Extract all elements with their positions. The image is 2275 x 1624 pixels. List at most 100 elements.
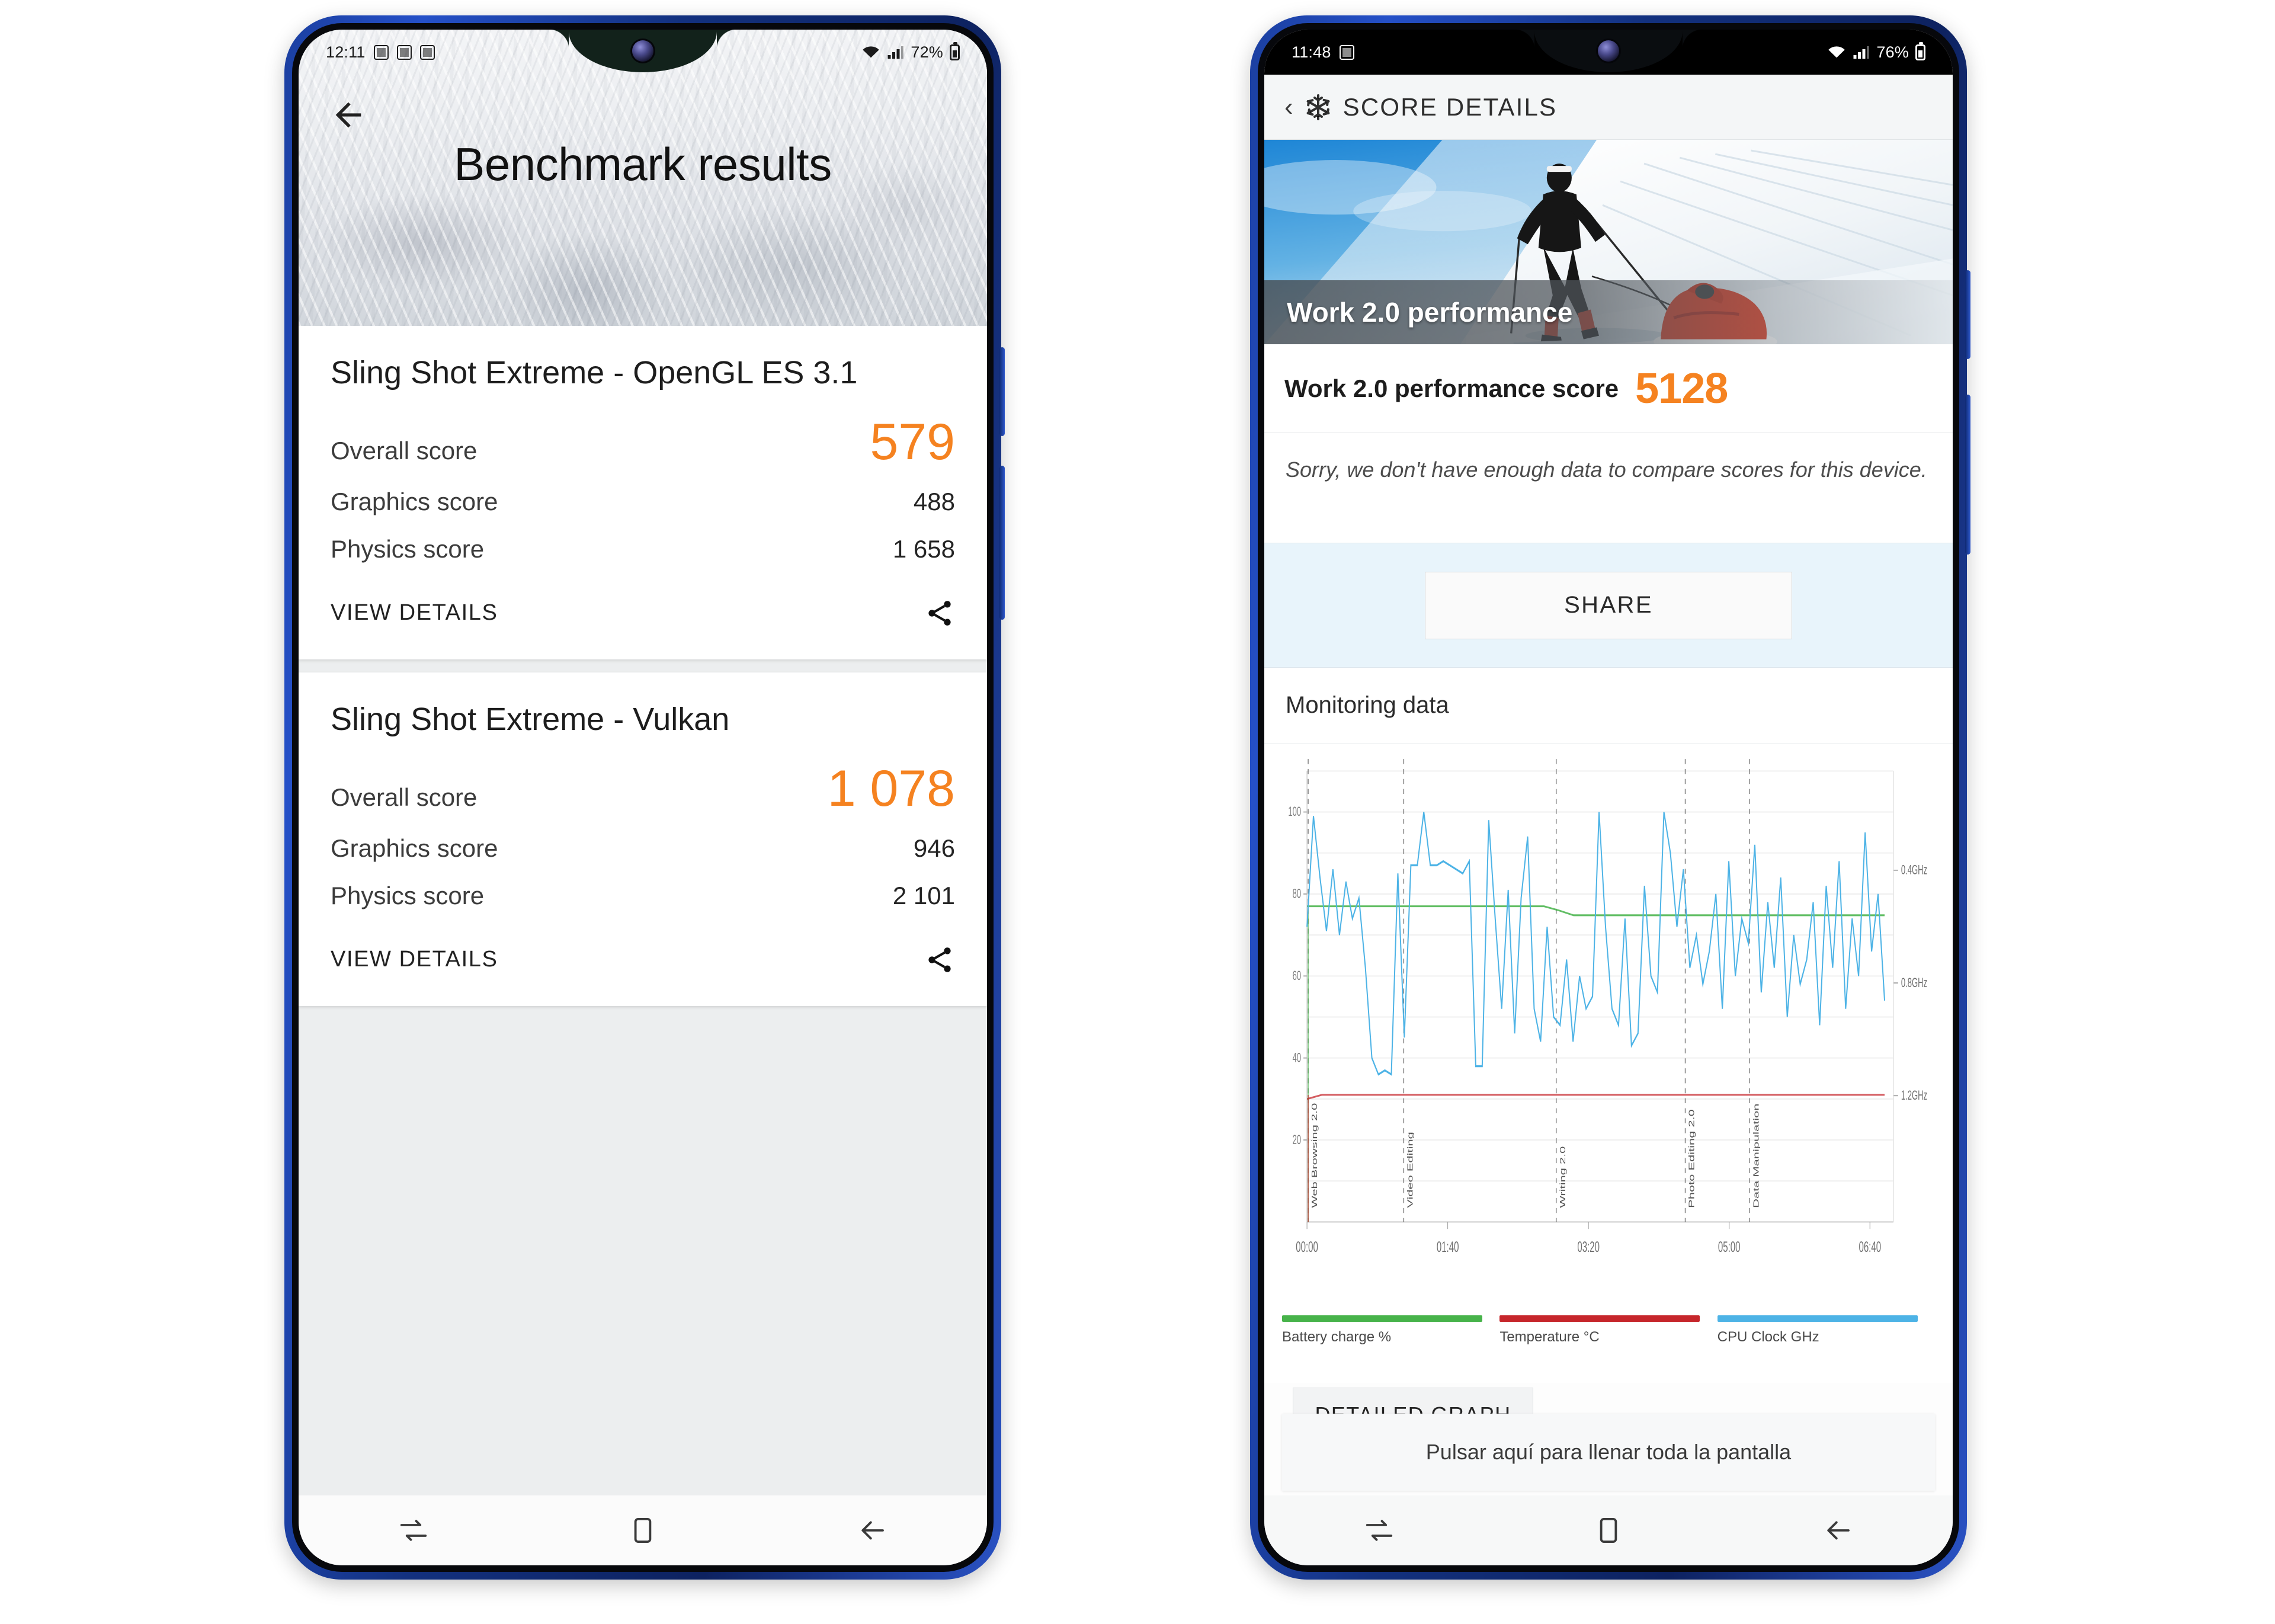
left-status-right-group: 72% [862,41,960,62]
share-button[interactable]: SHARE [1425,571,1792,639]
graphics-score-row: Graphics score 946 [331,825,955,872]
svg-text:Video Editing: Video Editing [1406,1132,1414,1208]
legend-label-temperature: Temperature °C [1499,1329,1600,1345]
score-details-app-bar: ‹ SCORE DETAILS [1264,75,1953,140]
right-status-left-group: 11:48 [1292,43,1354,62]
physics-score-value: 1 658 [892,534,955,563]
back-arrow-icon[interactable] [329,96,367,134]
monitoring-chart[interactable]: 100 80 60 40 20 1.2GHz 0.8GHz 0.4GHz 00:00 01:40 0… [1264,744,1953,1312]
overall-score-row: Overall score 579 [331,411,955,478]
left-phone-screen: 12:11 72% Benchmark results Sling Shot E… [299,30,987,1565]
svg-text:0.8GHz: 0.8GHz [1901,975,1927,989]
overall-score-value: 1 078 [827,760,955,817]
monitoring-data-heading: Monitoring data [1264,668,1953,744]
svg-text:80: 80 [1293,886,1301,901]
overall-score-label: Overall score [331,783,478,811]
recents-icon[interactable] [398,1514,430,1546]
card-title: Sling Shot Extreme - Vulkan [331,701,730,737]
benchmark-card-list: Sling Shot Extreme - OpenGL ES 3.1 Overa… [299,326,987,1495]
page-title: Benchmark results [454,138,832,190]
right-navigation-bar [1264,1495,1953,1565]
legend-swatch-temperature [1499,1315,1700,1322]
right-status-battery-percent: 76% [1876,43,1909,61]
wifi-icon [863,46,880,58]
banner-caption-text: Work 2.0 performance [1287,297,1573,328]
share-section: SHARE [1264,543,1953,668]
app-bar-title: SCORE DETAILS [1342,92,1558,121]
compare-note-text: Sorry, we don't have enough data to comp… [1286,457,1927,482]
left-status-time: 12:11 [326,43,366,61]
legend-label-cpu: CPU Clock GHz [1717,1329,1819,1345]
left-status-battery-percent: 72% [911,43,943,61]
svg-text:20: 20 [1293,1132,1301,1146]
legend-item-battery: Battery charge % [1282,1315,1499,1383]
home-icon[interactable] [1592,1514,1624,1546]
svg-text:60: 60 [1293,969,1301,983]
view-details-button[interactable]: VIEW DETAILS [331,947,498,972]
graphics-score-value: 946 [913,834,955,862]
view-details-button[interactable]: VIEW DETAILS [331,600,498,626]
back-icon[interactable] [856,1514,888,1546]
share-icon[interactable] [924,597,955,630]
svg-text:40: 40 [1293,1050,1301,1065]
physics-score-label: Physics score [331,534,485,563]
left-phone-volume-button[interactable] [999,466,1005,620]
battery-icon [950,41,960,60]
legend-label-battery: Battery charge % [1282,1329,1392,1345]
svg-text:100: 100 [1288,805,1301,819]
legend-item-temperature: Temperature °C [1499,1315,1717,1383]
work-score-value: 5128 [1635,364,1728,412]
svg-text:Data Manipulation: Data Manipulation [1752,1104,1760,1208]
physics-score-row: Physics score 2 101 [331,872,955,920]
legend-item-cpu: CPU Clock GHz [1717,1315,1935,1383]
left-phone-device: 12:11 72% Benchmark results Sling Shot E… [284,15,1005,1580]
svg-text:00:00: 00:00 [1296,1239,1318,1255]
screenshot-icon [396,44,412,60]
svg-text:06:40: 06:40 [1859,1239,1881,1255]
work-score-label: Work 2.0 performance score [1284,374,1619,402]
svg-text:Web Browsing 2.0: Web Browsing 2.0 [1310,1103,1319,1208]
graphics-score-value: 488 [913,487,955,515]
chevron-left-icon[interactable]: ‹ [1284,94,1293,120]
left-navigation-bar [299,1495,987,1565]
overall-score-row: Overall score 1 078 [331,757,955,825]
signal-icon [887,46,904,59]
right-phone-screen: 11:48 76% ‹ SCORE DETAILS Work 2.0 perfo… [1264,30,1953,1565]
right-phone-volume-button[interactable] [1965,395,1970,555]
card-footer: VIEW DETAILS [331,920,955,997]
chart-legend: Battery charge % Temperature °C CPU Cloc… [1264,1312,1953,1383]
work-performance-banner: Work 2.0 performance [1264,140,1953,344]
right-phone-device: 11:48 76% ‹ SCORE DETAILS Work 2.0 perfo… [1250,15,1970,1580]
right-status-right-group: 76% [1828,41,1925,62]
image-icon [373,44,389,60]
benchmark-card-opengl[interactable]: Sling Shot Extreme - OpenGL ES 3.1 Overa… [299,326,987,659]
screenshot-icon [1339,44,1354,60]
snowflake-icon [1306,94,1330,120]
monitoring-chart-svg: 100 80 60 40 20 1.2GHz 0.8GHz 0.4GHz 00:00 01:40 0… [1288,759,1927,1255]
graphics-score-label: Graphics score [331,487,498,515]
back-icon[interactable] [1822,1514,1854,1546]
svg-text:0.4GHz: 0.4GHz [1901,863,1927,877]
recents-icon[interactable] [1363,1514,1395,1546]
screenshot-canvas: 12:11 72% Benchmark results Sling Shot E… [0,0,2275,1624]
detailed-graph-section: DETAILED GRAPH Pulsar aquí para llenar t… [1264,1383,1953,1495]
work-score-row: Work 2.0 performance score 5128 [1264,344,1953,433]
right-phone-power-button[interactable] [1965,270,1970,359]
svg-text:03:20: 03:20 [1577,1239,1600,1255]
benchmark-card-vulkan[interactable]: Sling Shot Extreme - Vulkan Overall scor… [299,672,987,1006]
svg-text:Writing 2.0: Writing 2.0 [1558,1146,1566,1208]
left-phone-power-button[interactable] [999,347,1005,436]
physics-score-label: Physics score [331,881,485,909]
overall-score-value: 579 [870,413,956,470]
left-status-left-group: 12:11 [326,43,435,62]
card-title: Sling Shot Extreme - OpenGL ES 3.1 [331,355,858,390]
wifi-icon [1828,46,1845,58]
overall-score-label: Overall score [331,436,478,465]
share-icon[interactable] [924,943,955,976]
svg-text:1.2GHz: 1.2GHz [1901,1088,1927,1103]
home-icon[interactable] [627,1514,659,1546]
left-phone-front-camera [632,40,653,62]
svg-text:05:00: 05:00 [1718,1239,1741,1255]
alarm-icon [419,44,435,60]
fullscreen-hint-tooltip: Pulsar aquí para llenar toda la pantalla [1282,1414,1935,1491]
